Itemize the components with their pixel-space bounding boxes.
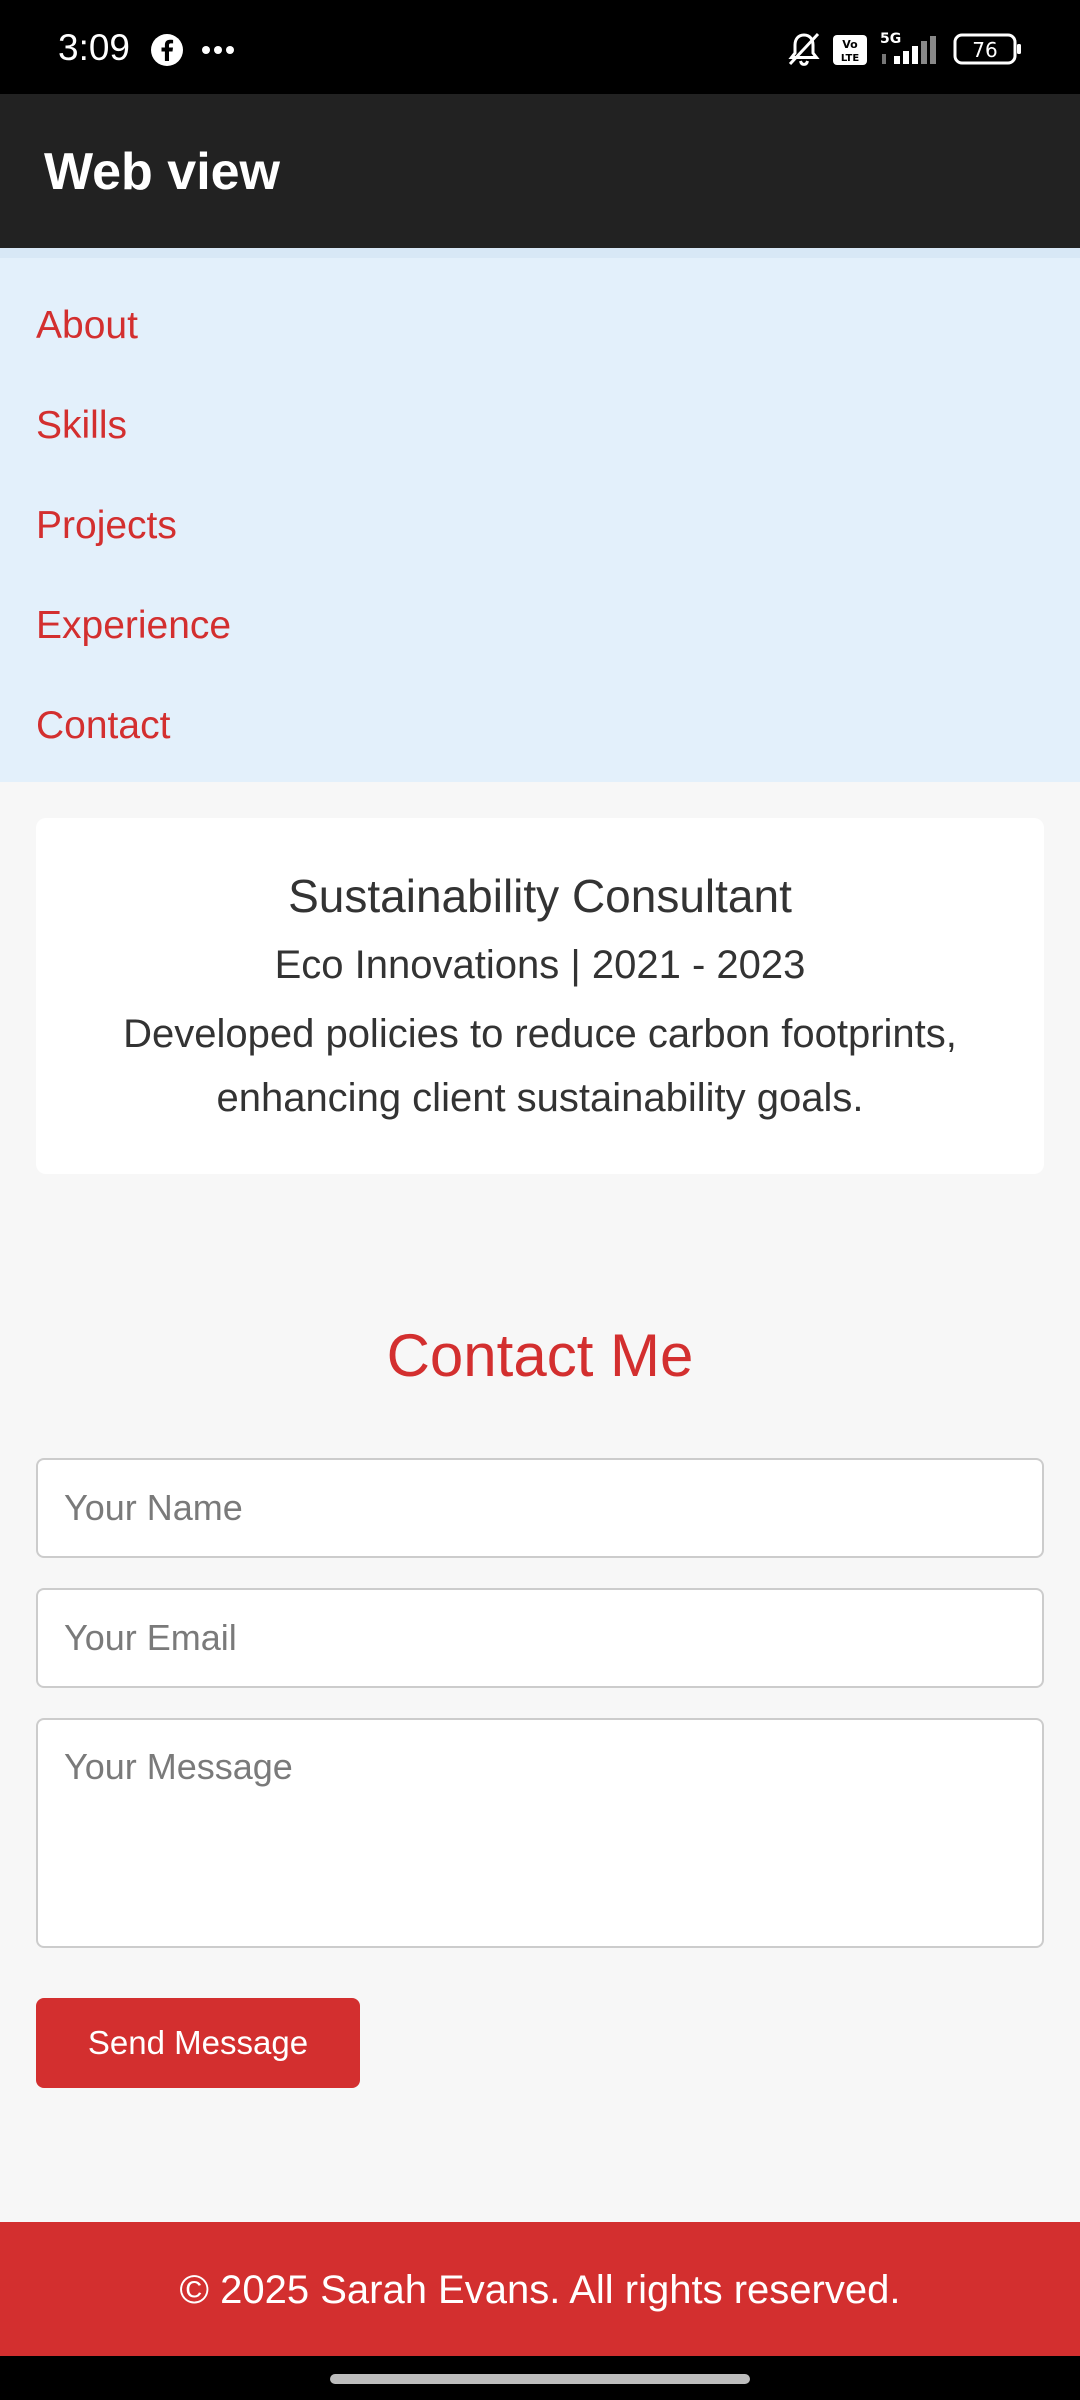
site-nav: About Skills Projects Experience Contact — [0, 248, 1080, 782]
nav-link-skills[interactable]: Skills — [36, 402, 127, 450]
more-icon — [202, 46, 234, 54]
status-bar: 3:09 Vo LTE 5G 76 — [0, 0, 1080, 94]
volte-icon: Vo LTE — [833, 35, 867, 65]
send-message-button[interactable]: Send Message — [36, 1998, 360, 2088]
experience-card: Sustainability Consultant Eco Innovation… — [36, 818, 1044, 1174]
bell-off-icon — [788, 32, 820, 66]
nav-link-projects[interactable]: Projects — [36, 502, 177, 550]
footer-copyright: © 2025 Sarah Evans. All rights reserved. — [179, 2268, 901, 2312]
svg-text:Vo: Vo — [842, 38, 858, 51]
name-input[interactable] — [36, 1458, 1044, 1558]
app-title: Web view — [44, 143, 281, 201]
nav-link-about[interactable]: About — [36, 302, 138, 350]
nav-link-experience[interactable]: Experience — [36, 602, 231, 650]
contact-heading: Contact Me — [386, 1322, 694, 1389]
facebook-icon — [151, 34, 183, 66]
system-nav-bar — [0, 2356, 1080, 2400]
nav-link-contact[interactable]: Contact — [36, 702, 170, 750]
app-bar: Web view — [0, 94, 1080, 248]
status-time: 3:09 — [58, 27, 131, 68]
battery-icon: 76 — [953, 33, 1021, 65]
experience-description: Developed policies to reduce carbon foot… — [123, 1012, 957, 1120]
battery-level: 76 — [972, 38, 997, 62]
network-type: 5G — [880, 31, 901, 47]
home-indicator[interactable] — [330, 2374, 750, 2384]
message-textarea[interactable] — [36, 1718, 1044, 1948]
svg-text:LTE: LTE — [841, 53, 860, 64]
email-input[interactable] — [36, 1588, 1044, 1688]
signal-icon: 5G — [880, 31, 936, 64]
experience-title: Sustainability Consultant — [288, 870, 792, 922]
experience-company: Eco Innovations | 2021 - 2023 — [274, 943, 806, 987]
footer: © 2025 Sarah Evans. All rights reserved. — [0, 2222, 1080, 2356]
